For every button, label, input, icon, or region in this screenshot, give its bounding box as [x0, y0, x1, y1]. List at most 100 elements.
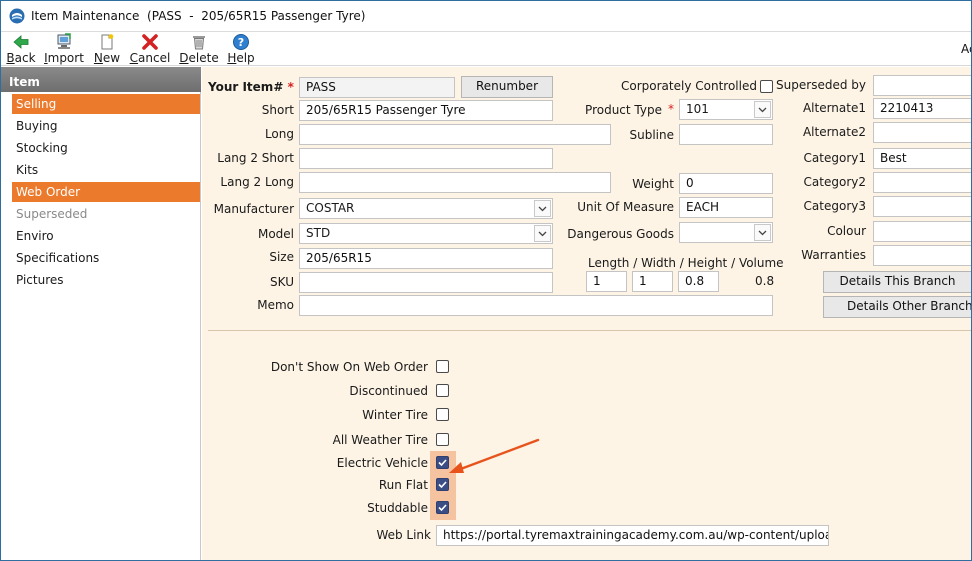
- sidebar-item-stocking[interactable]: Stocking: [12, 138, 200, 158]
- lang2-short-field[interactable]: [299, 148, 553, 169]
- subline-label: Subline: [629, 128, 675, 142]
- item-maintenance-window: Item Maintenance (PASS - 205/65R15 Passe…: [0, 0, 972, 561]
- web-link-label: Web Link: [376, 528, 431, 542]
- sidebar-item-kits[interactable]: Kits: [12, 160, 200, 180]
- chevron-down-icon[interactable]: [534, 225, 551, 242]
- sku-field[interactable]: [299, 272, 553, 293]
- superseded-by-label: Superseded by: [776, 78, 866, 92]
- import-button[interactable]: Import: [44, 33, 84, 65]
- weight-label: Weight: [632, 177, 674, 191]
- volume-value: 0.8: [755, 274, 775, 288]
- window-title: Item Maintenance (PASS - 205/65R15 Passe…: [31, 9, 366, 23]
- colour-field[interactable]: [873, 221, 971, 242]
- web-link-field[interactable]: https://portal.tyremaxtrainingacademy.co…: [436, 525, 829, 546]
- product-type-value: 101: [686, 102, 709, 116]
- sidebar-item-specifications[interactable]: Specifications: [12, 248, 200, 268]
- delete-button[interactable]: Delete: [179, 33, 219, 65]
- svg-text:?: ?: [238, 36, 244, 49]
- model-combo[interactable]: STD: [299, 223, 553, 244]
- warranties-label: Warranties: [801, 248, 866, 262]
- item-form-panel: Your Item# * PASS Renumber Short 205/65R…: [202, 67, 971, 560]
- sidebar-item-pictures[interactable]: Pictures: [12, 270, 200, 290]
- size-label: Size: [269, 250, 294, 264]
- unit-of-measure-field[interactable]: EACH: [679, 197, 773, 218]
- size-field[interactable]: 205/65R15: [299, 248, 553, 269]
- app-logo-icon: [9, 8, 25, 24]
- section-divider: [208, 330, 971, 331]
- winter-tire-label: Winter Tire: [362, 408, 428, 422]
- memo-label: Memo: [257, 298, 294, 312]
- long-label: Long: [264, 127, 294, 141]
- title-bar: Item Maintenance (PASS - 205/65R15 Passe…: [1, 1, 971, 32]
- studdable-checkbox[interactable]: [436, 501, 449, 514]
- run-flat-label: Run Flat: [378, 478, 428, 492]
- new-document-icon: [93, 33, 121, 51]
- length-field[interactable]: 1: [586, 271, 627, 292]
- help-icon: ?: [227, 33, 255, 51]
- renumber-button[interactable]: Renumber: [461, 76, 553, 98]
- sidebar-item-selling[interactable]: Selling: [12, 94, 200, 114]
- help-button[interactable]: ? Help: [227, 33, 255, 65]
- category1-field[interactable]: Best: [873, 148, 971, 169]
- memo-field[interactable]: [299, 295, 773, 316]
- corporately-controlled-label: Corporately Controlled: [621, 79, 757, 93]
- short-label: Short: [261, 103, 294, 117]
- cancel-x-icon: [129, 33, 171, 51]
- warranties-field[interactable]: [873, 245, 971, 266]
- category3-field[interactable]: [873, 196, 971, 217]
- superseded-by-field[interactable]: [873, 75, 971, 96]
- dont-show-web-order-checkbox[interactable]: [436, 360, 449, 373]
- dangerous-goods-combo[interactable]: [679, 222, 773, 243]
- dont-show-web-order-label: Don't Show On Web Order: [270, 360, 428, 374]
- new-button[interactable]: New: [93, 33, 121, 65]
- alternate1-field[interactable]: 2210413: [873, 98, 971, 119]
- details-this-branch-button[interactable]: Details This Branch: [823, 271, 971, 293]
- annotation-arrow-icon: [449, 438, 540, 473]
- sidebar-item-web-order[interactable]: Web Order: [12, 182, 200, 202]
- alternate2-field[interactable]: [873, 122, 971, 143]
- weight-field[interactable]: 0: [679, 173, 773, 194]
- product-type-combo[interactable]: 101: [679, 99, 773, 120]
- subline-field[interactable]: [679, 124, 773, 145]
- details-other-branches-button[interactable]: Details Other Branches: [823, 296, 971, 318]
- product-type-label: Product Type: [585, 103, 662, 117]
- height-field[interactable]: 0.8: [678, 271, 719, 292]
- toolbar: Back Import New Cancel Delete ? Help A: [1, 32, 971, 66]
- model-value: STD: [306, 226, 331, 240]
- product-type-required-asterisk: *: [668, 102, 674, 116]
- manufacturer-label: Manufacturer: [213, 202, 294, 216]
- sidebar-item-superseded: Superseded: [16, 207, 88, 221]
- all-weather-tire-label: All Weather Tire: [332, 433, 428, 447]
- checkmark-icon: [438, 504, 447, 512]
- electric-vehicle-label: Electric Vehicle: [336, 456, 428, 470]
- back-arrow-icon: [5, 33, 37, 51]
- short-description-field[interactable]: 205/65R15 Passenger Tyre: [299, 100, 553, 121]
- category2-field[interactable]: [873, 172, 971, 193]
- dimensions-label: Length / Width / Height / Volume: [588, 256, 784, 270]
- dangerous-goods-label: Dangerous Goods: [567, 227, 674, 241]
- sku-label: SKU: [270, 275, 294, 289]
- sidebar-item-buying[interactable]: Buying: [12, 116, 200, 136]
- sidebar-item-enviro[interactable]: Enviro: [12, 226, 200, 246]
- your-item-field[interactable]: PASS: [299, 77, 455, 98]
- alternate2-label: Alternate2: [802, 125, 866, 139]
- sidebar: Item Selling Buying Stocking Kits Web Or…: [1, 67, 201, 560]
- winter-tire-checkbox[interactable]: [436, 408, 449, 421]
- colour-label: Colour: [827, 224, 866, 238]
- import-icon: [44, 33, 84, 51]
- toolbar-truncated-label[interactable]: Ac: [961, 42, 971, 56]
- model-label: Model: [257, 227, 294, 241]
- studdable-label: Studdable: [367, 501, 428, 515]
- discontinued-checkbox[interactable]: [436, 384, 449, 397]
- width-field[interactable]: 1: [632, 271, 673, 292]
- alternate1-label: Alternate1: [802, 101, 866, 115]
- lang2-long-label: Lang 2 Long: [220, 175, 294, 189]
- cancel-button[interactable]: Cancel: [129, 33, 171, 65]
- manufacturer-value: COSTAR: [306, 201, 355, 215]
- category2-label: Category2: [803, 175, 866, 189]
- sidebar-header: Item: [1, 67, 201, 92]
- category3-label: Category3: [803, 199, 866, 213]
- chevron-down-icon[interactable]: [534, 200, 551, 217]
- manufacturer-combo[interactable]: COSTAR: [299, 198, 553, 219]
- back-button[interactable]: Back: [5, 33, 37, 65]
